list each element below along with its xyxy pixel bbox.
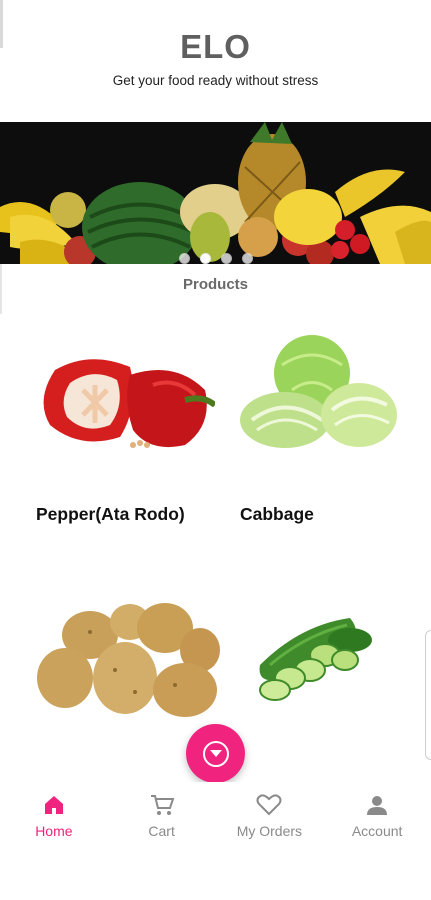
product-card-pepper[interactable]: Pepper(Ata Rodo): [30, 330, 220, 540]
promo-banner[interactable]: [0, 122, 431, 264]
nav-account[interactable]: Account: [323, 782, 431, 852]
nav-label-home: Home: [35, 823, 73, 839]
scroll-down-fab[interactable]: [186, 724, 245, 783]
potatoes-image: [35, 600, 220, 723]
app-tagline: Get your food ready without stress: [112, 73, 319, 88]
pagination-dot[interactable]: [178, 253, 190, 264]
product-name: Pepper(Ata Rodo): [36, 504, 185, 524]
product-card-potatoes[interactable]: [30, 595, 220, 720]
heart-icon: [256, 792, 282, 818]
pagination-dot[interactable]: [220, 253, 232, 264]
products-heading: Products: [182, 276, 248, 293]
product-card-cucumber[interactable]: [235, 595, 410, 720]
chevron-down-circle-icon: [202, 740, 229, 767]
pagination-dot-active[interactable]: [199, 253, 211, 264]
fruit-banner-image: [0, 122, 431, 264]
nav-my-orders[interactable]: My Orders: [216, 782, 324, 852]
nav-cart[interactable]: Cart: [108, 782, 216, 852]
nav-label-cart: Cart: [148, 823, 175, 839]
cart-icon: [149, 792, 175, 818]
cabbage-image: [237, 335, 402, 460]
app-title: ELO: [180, 28, 251, 65]
banner-pagination: [0, 253, 431, 264]
pepper-image: [35, 345, 217, 460]
home-icon: [41, 792, 67, 818]
nav-home[interactable]: Home: [0, 782, 108, 852]
pagination-dot[interactable]: [241, 253, 253, 264]
app-header: ELO Get your food ready without stress: [0, 0, 431, 120]
person-icon: [364, 792, 390, 818]
cucumber-image: [255, 610, 385, 710]
nav-label-my-orders: My Orders: [236, 823, 303, 839]
product-name: Cabbage: [240, 504, 314, 524]
nav-label-account: Account: [351, 823, 403, 839]
bottom-navigation: Home Cart My Orders Account: [0, 782, 431, 852]
product-card-cabbage[interactable]: Cabbage: [235, 330, 410, 540]
scroll-handle[interactable]: [425, 630, 431, 760]
